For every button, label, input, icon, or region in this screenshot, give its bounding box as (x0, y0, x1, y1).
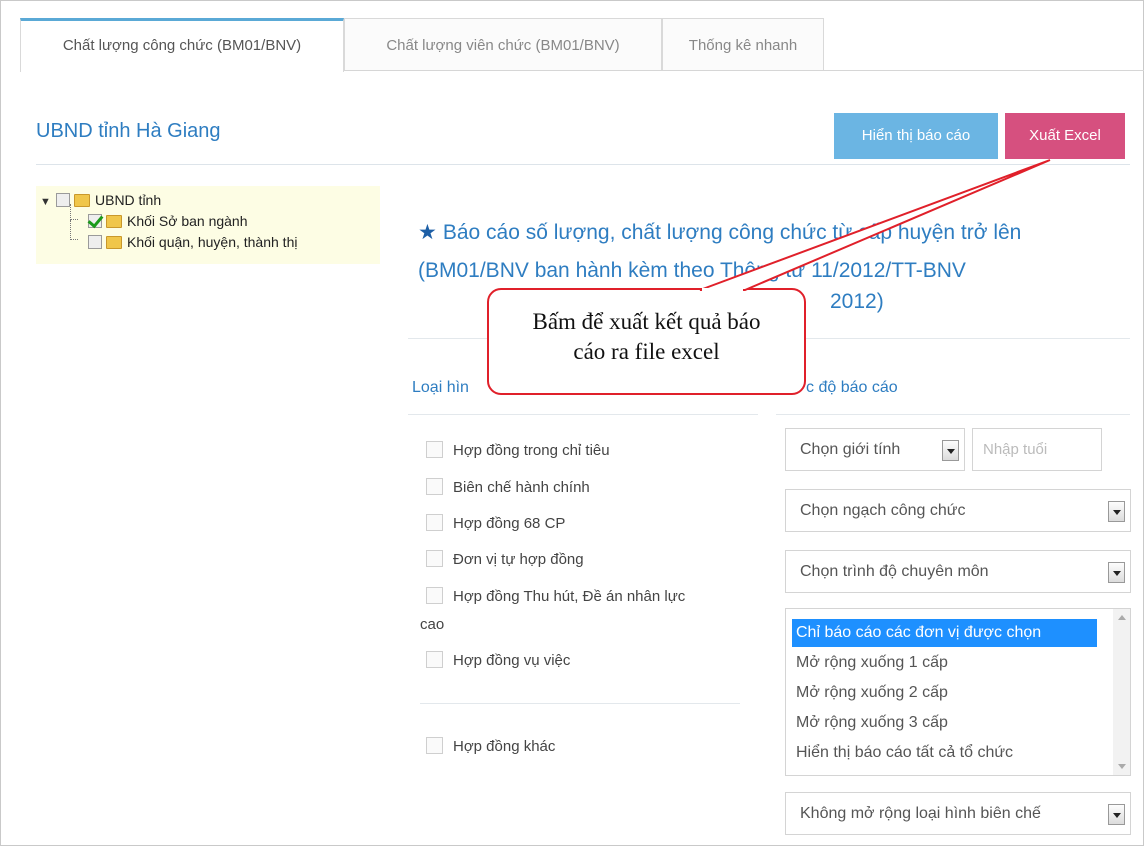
tab-thong-ke-nhanh[interactable]: Thống kê nhanh (662, 18, 824, 71)
chevron-down-icon[interactable] (1108, 562, 1125, 583)
checkbox-row[interactable]: Đơn vị tự hợp đồng (426, 550, 584, 568)
checkbox[interactable] (426, 587, 443, 604)
checkbox-label-continued: cao (420, 616, 445, 633)
org-title: UBND tỉnh Hà Giang (36, 120, 221, 142)
tree-expander-icon[interactable]: ▼ (40, 192, 56, 212)
checkbox[interactable] (426, 737, 443, 754)
tab-bar: Chất lượng công chức (BM01/BNV) Chất lượ… (20, 18, 1144, 72)
scope-option-selected[interactable]: Chỉ báo cáo các đơn vị được chọn (792, 619, 1097, 647)
checkbox[interactable] (426, 514, 443, 531)
tree-checkbox-root[interactable] (56, 193, 70, 207)
checkbox-label: Đơn vị tự hợp đồng (453, 551, 584, 568)
listbox-scrollbar[interactable] (1113, 609, 1130, 775)
header-divider (36, 164, 1130, 165)
report-title: ★ Báo cáo số lượng, chất lượng công chức … (418, 214, 1130, 290)
checkbox-row[interactable]: Hợp đồng Thu hút, Đề án nhân lực (426, 587, 685, 605)
checkbox-row[interactable]: Hợp đồng khác (426, 737, 555, 755)
export-excel-button[interactable]: Xuất Excel (1005, 113, 1125, 159)
section-divider-left (408, 414, 758, 415)
folder-icon (106, 215, 122, 228)
gender-select-value: Chọn giới tính (800, 441, 901, 458)
qualification-select[interactable]: Chọn trình độ chuyên môn (785, 550, 1131, 593)
folder-icon (74, 194, 90, 207)
gender-select[interactable]: Chọn giới tính (785, 428, 965, 471)
report-title-tail: 2012) (830, 290, 884, 313)
tree-connector (70, 220, 78, 240)
checkbox-label: Biên chế hành chính (453, 479, 590, 496)
checkbox[interactable] (426, 441, 443, 458)
show-report-button[interactable]: Hiển thị báo cáo (834, 113, 998, 159)
tab-chat-luong-cong-chuc[interactable]: Chất lượng công chức (BM01/BNV) (20, 18, 344, 72)
scope-option[interactable]: Mở rộng xuống 1 cấp (796, 649, 948, 677)
checkbox-row[interactable]: Hợp đồng trong chỉ tiêu (426, 441, 610, 459)
staffing-select-value: Không mở rộng loại hình biên chế (800, 805, 1041, 822)
rank-select[interactable]: Chọn ngạch công chức (785, 489, 1131, 532)
checkbox[interactable] (426, 651, 443, 668)
tree-node-so-ban-nganh[interactable]: Khối Sở ban ngành (88, 211, 248, 231)
chevron-down-icon[interactable] (1108, 804, 1125, 825)
checkbox-row[interactable]: Biên chế hành chính (426, 478, 590, 496)
rank-select-value: Chọn ngạch công chức (800, 502, 966, 519)
report-title-text: Báo cáo số lượng, chất lượng công chức t… (418, 221, 1022, 282)
checkbox-row[interactable]: Hợp đồng vụ việc (426, 651, 570, 669)
callout-line-1: Bấm để xuất kết quả báo (532, 309, 761, 334)
tree-checkbox-quan-huyen[interactable] (88, 235, 102, 249)
age-input[interactable]: Nhập tuổi (972, 428, 1102, 471)
scope-option[interactable]: Hiển thị báo cáo tất cả tổ chức (796, 739, 1013, 767)
scope-option[interactable]: Mở rộng xuống 3 cấp (796, 709, 948, 737)
tree-label-root: UBND tỉnh (95, 192, 162, 208)
tree-label-quan-huyen: Khối quận, huyện, thành thị (127, 234, 298, 250)
employment-type-heading: Loại hìn (412, 379, 469, 396)
chevron-down-icon[interactable] (1108, 501, 1125, 522)
tree-node-root[interactable]: ▼ UBND tỉnh (40, 190, 161, 210)
qualification-select-value: Chọn trình độ chuyên môn (800, 563, 989, 580)
staffing-select[interactable]: Không mở rộng loại hình biên chế (785, 792, 1131, 835)
tree-node-quan-huyen[interactable]: Khối quận, huyện, thành thị (88, 232, 297, 252)
report-level-heading: c độ báo cáo (806, 379, 898, 396)
callout-box: Bấm để xuất kết quả báo cáo ra file exce… (487, 288, 806, 395)
callout-line-2: cáo ra file excel (573, 339, 720, 364)
scroll-up-icon[interactable] (1118, 615, 1126, 620)
checkbox-label: Hợp đồng vụ việc (453, 652, 571, 669)
checkbox[interactable] (426, 550, 443, 567)
checkbox-label: Hợp đồng khác (453, 738, 556, 755)
checkbox[interactable] (426, 478, 443, 495)
checkbox-row[interactable]: Hợp đồng 68 CP (426, 514, 565, 532)
section-divider-right (776, 414, 1130, 415)
scroll-down-icon[interactable] (1118, 764, 1126, 769)
scope-listbox[interactable]: Chỉ báo cáo các đơn vị được chọn Mở rộng… (785, 608, 1131, 776)
checkbox-divider (420, 703, 740, 704)
chevron-down-icon[interactable] (942, 440, 959, 461)
tab-chat-luong-vien-chuc[interactable]: Chất lượng viên chức (BM01/BNV) (344, 18, 662, 71)
checkbox-label: Hợp đồng 68 CP (453, 515, 566, 532)
star-icon: ★ (418, 221, 437, 244)
tree-checkbox-so-ban-nganh[interactable] (88, 214, 102, 228)
scope-option[interactable]: Mở rộng xuống 2 cấp (796, 679, 948, 707)
org-tree: ▼ UBND tỉnh Khối Sở ban ngành Khối quận, … (36, 186, 380, 264)
checkbox-label: Hợp đồng Thu hút, Đề án nhân lực (453, 588, 686, 605)
folder-icon (106, 236, 122, 249)
tree-label-so-ban-nganh: Khối Sở ban ngành (127, 213, 248, 229)
checkbox-label: Hợp đồng trong chỉ tiêu (453, 442, 610, 459)
